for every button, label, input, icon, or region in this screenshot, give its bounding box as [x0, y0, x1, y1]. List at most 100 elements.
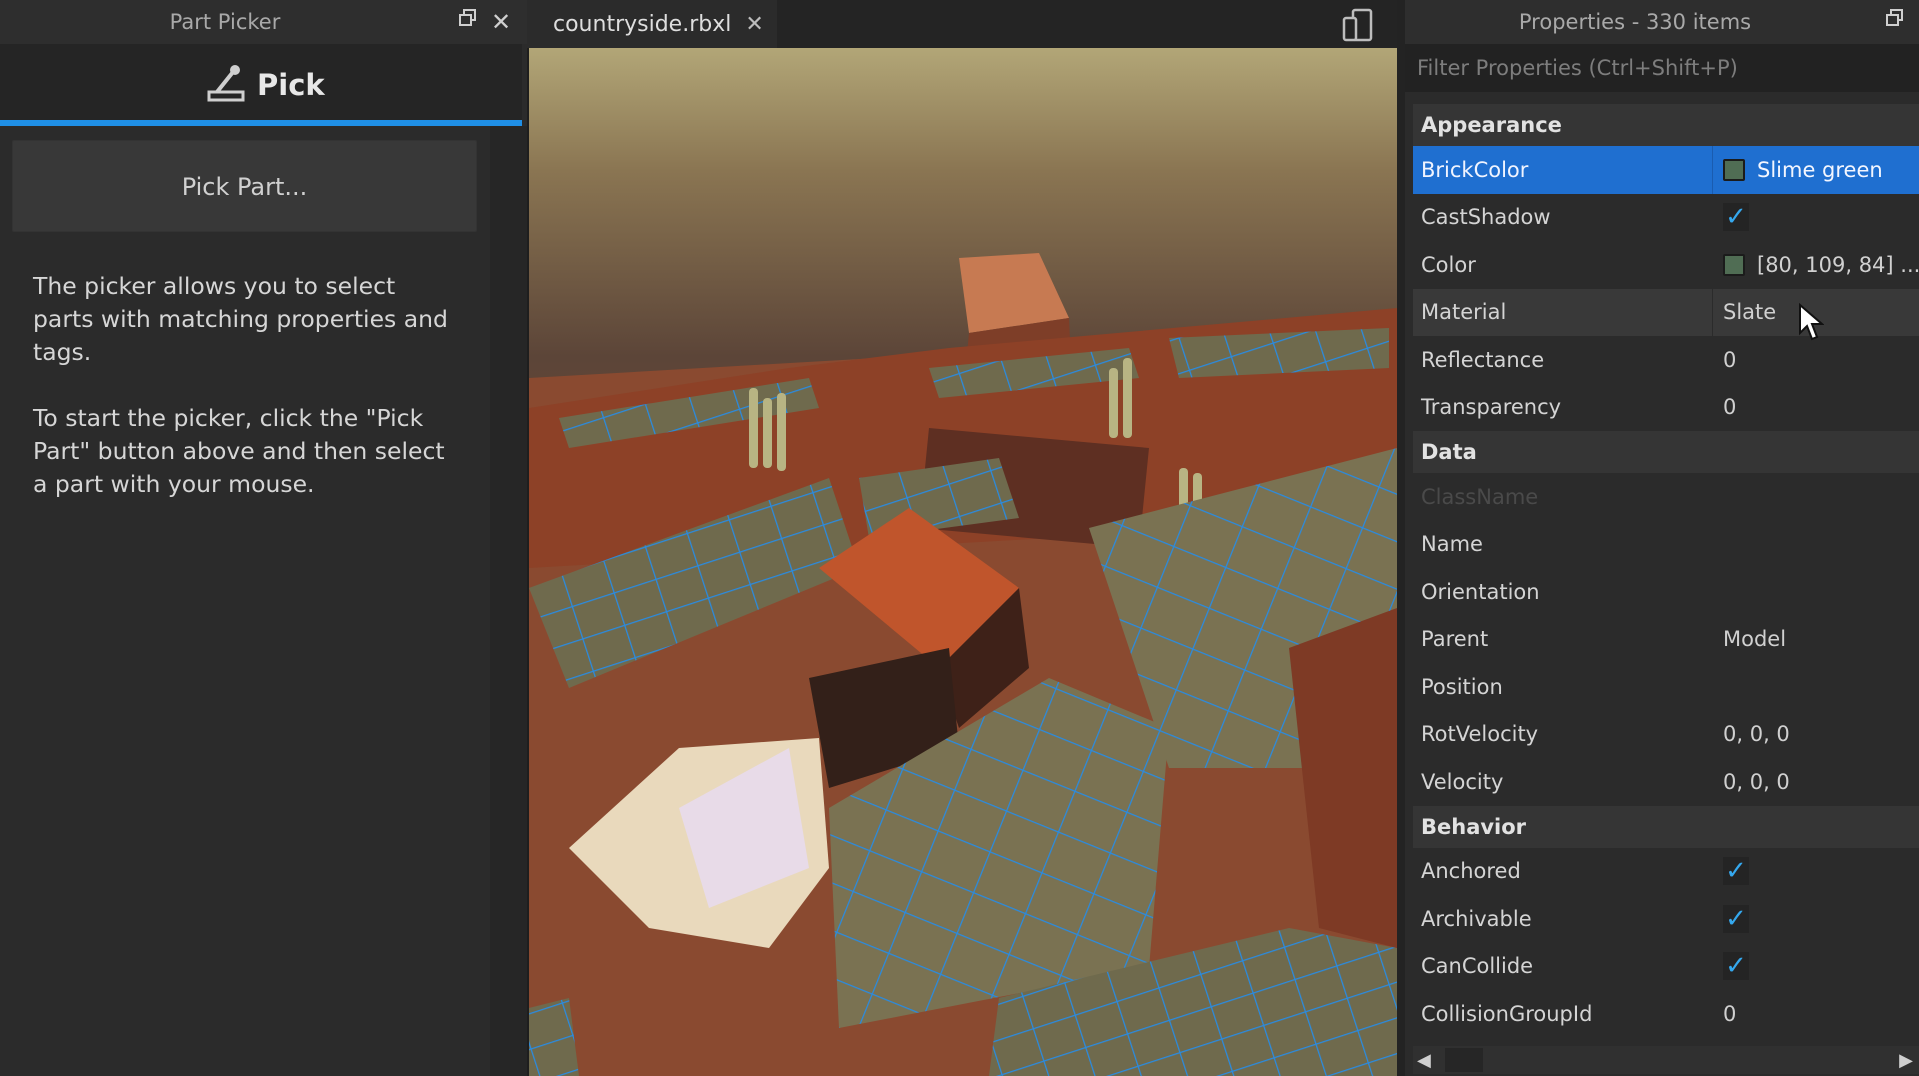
- property-name: Archivable: [1413, 895, 1713, 943]
- property-value-text: 0: [1723, 395, 1737, 420]
- help-text: The picker allows you to select parts wi…: [33, 272, 448, 366]
- property-row-cancollide[interactable]: CanCollide ✓: [1413, 942, 1919, 991]
- property-row-reflectance[interactable]: Reflectance 0: [1413, 336, 1919, 384]
- property-row-name[interactable]: Name: [1413, 520, 1919, 569]
- property-value[interactable]: Model: [1713, 616, 1919, 664]
- panel-title: Part Picker: [169, 10, 281, 34]
- property-row-classname[interactable]: ClassName: [1413, 473, 1919, 521]
- property-name: Transparency: [1413, 383, 1713, 431]
- horizontal-scrollbar[interactable]: ◀ ▶: [1413, 1046, 1919, 1074]
- property-value-text: Model: [1723, 627, 1787, 652]
- property-name: Velocity: [1413, 758, 1713, 806]
- scrollbar-thumb[interactable]: [1445, 1048, 1483, 1072]
- property-name: RotVelocity: [1413, 710, 1713, 758]
- property-name: Material: [1413, 288, 1713, 336]
- active-tab-indicator: [0, 120, 522, 126]
- properties-titlebar[interactable]: Properties - 330 items: [1405, 0, 1919, 44]
- color-swatch[interactable]: [1723, 253, 1745, 276]
- property-value[interactable]: 0: [1713, 336, 1919, 384]
- property-row-archivable[interactable]: Archivable ✓: [1413, 895, 1919, 943]
- property-name: Color: [1413, 241, 1713, 289]
- property-name: Orientation: [1413, 568, 1713, 616]
- property-row-color[interactable]: Color [80, 109, 84] ...: [1413, 241, 1919, 289]
- scrollbar-track[interactable]: [490, 126, 527, 1076]
- property-value[interactable]: [80, 109, 84] ...: [1713, 241, 1919, 289]
- category-appearance[interactable]: Appearance: [1413, 104, 1919, 146]
- property-name: Reflectance: [1413, 336, 1713, 384]
- checkbox-checked-icon[interactable]: ✓: [1723, 857, 1749, 886]
- checkbox-checked-icon[interactable]: ✓: [1723, 952, 1749, 981]
- category-data[interactable]: Data: [1413, 431, 1919, 473]
- close-icon[interactable]: ✕: [487, 8, 515, 36]
- checkbox-checked-icon[interactable]: ✓: [1723, 904, 1749, 933]
- property-value[interactable]: 0: [1713, 990, 1919, 1038]
- help-text: To start the picker, click the "Pick Par…: [33, 404, 445, 498]
- property-value[interactable]: 0, 0, 0: [1713, 758, 1919, 806]
- property-value-text: Slate: [1723, 300, 1777, 325]
- property-row-position[interactable]: Position: [1413, 663, 1919, 711]
- property-row-collisiongroupid[interactable]: CollisionGroupId 0: [1413, 990, 1919, 1038]
- float-window-icon[interactable]: [454, 8, 482, 36]
- pick-part-button[interactable]: Pick Part...: [12, 140, 477, 232]
- property-value[interactable]: [1713, 473, 1919, 521]
- scroll-left-icon[interactable]: ◀: [1417, 1050, 1431, 1071]
- property-value[interactable]: [1713, 568, 1919, 616]
- tab-countryside[interactable]: countryside.rbxl ✕: [527, 0, 777, 48]
- part-picker-panel: Part Picker ✕ Pick Pick Part... The pick…: [0, 0, 527, 1076]
- property-value-text: 0: [1723, 347, 1737, 372]
- scene-render: [529, 48, 1397, 1076]
- property-value[interactable]: [1713, 521, 1919, 569]
- property-value[interactable]: ✓: [1713, 194, 1919, 242]
- property-name: CollisionGroupId: [1413, 990, 1713, 1038]
- property-name: Parent: [1413, 615, 1713, 663]
- property-name: CastShadow: [1413, 193, 1713, 241]
- category-behavior[interactable]: Behavior: [1413, 805, 1919, 848]
- editor-area: countryside.rbxl ✕: [527, 0, 1397, 1076]
- property-row-transparency[interactable]: Transparency 0: [1413, 383, 1919, 432]
- properties-panel: Properties - 330 items AppearanceBrickCo…: [1397, 0, 1919, 1076]
- 3d-viewport[interactable]: [529, 48, 1397, 1076]
- device-emulator-icon[interactable]: [1341, 8, 1375, 42]
- property-name: ClassName: [1413, 473, 1713, 521]
- tab-label: countryside.rbxl: [553, 11, 732, 37]
- property-name: Anchored: [1413, 847, 1713, 895]
- property-value[interactable]: ✓: [1713, 943, 1919, 991]
- color-swatch[interactable]: [1723, 158, 1745, 181]
- property-value-text: 0: [1723, 1001, 1737, 1026]
- property-name: Name: [1413, 520, 1713, 568]
- property-value-text: [80, 109, 84] ...: [1757, 252, 1919, 277]
- property-row-anchored[interactable]: Anchored ✓: [1413, 847, 1919, 896]
- checkbox-checked-icon[interactable]: ✓: [1723, 203, 1749, 232]
- property-value[interactable]: Slate: [1713, 289, 1919, 337]
- property-name: Position: [1413, 663, 1713, 711]
- property-value[interactable]: [1713, 663, 1919, 711]
- tab-label: Pick: [257, 68, 325, 102]
- close-icon[interactable]: ✕: [745, 12, 763, 37]
- property-value[interactable]: ✓: [1713, 848, 1919, 896]
- property-row-parent[interactable]: Parent Model: [1413, 615, 1919, 664]
- property-name: CanCollide: [1413, 942, 1713, 990]
- property-value-text: 0, 0, 0: [1723, 769, 1790, 794]
- property-name: BrickColor: [1413, 146, 1713, 194]
- document-tabbar: countryside.rbxl ✕: [527, 0, 1397, 48]
- float-window-icon[interactable]: [1881, 8, 1909, 36]
- property-value-text: Slime green: [1757, 157, 1883, 182]
- panel-title: Properties - 330 items: [1518, 10, 1752, 34]
- property-row-brickcolor[interactable]: BrickColor Slime green: [1413, 146, 1919, 194]
- property-value[interactable]: Slime green: [1713, 146, 1919, 194]
- scroll-right-icon[interactable]: ▶: [1899, 1050, 1913, 1071]
- property-value-text: 0, 0, 0: [1723, 722, 1790, 747]
- property-row-rotvelocity[interactable]: RotVelocity 0, 0, 0: [1413, 710, 1919, 759]
- eyedropper-icon: [205, 62, 247, 108]
- property-row-orientation[interactable]: Orientation: [1413, 568, 1919, 616]
- property-value[interactable]: ✓: [1713, 895, 1919, 943]
- filter-properties-input[interactable]: [1405, 44, 1919, 92]
- part-picker-titlebar[interactable]: Part Picker ✕: [0, 0, 527, 44]
- properties-list: Appearance BrickColor Slime green CastShado…: [1413, 104, 1919, 1038]
- property-row-material[interactable]: Material Slate: [1413, 288, 1919, 337]
- property-value[interactable]: 0, 0, 0: [1713, 711, 1919, 759]
- property-value[interactable]: 0: [1713, 384, 1919, 432]
- tab-pick[interactable]: Pick: [0, 44, 522, 124]
- property-row-castshadow[interactable]: CastShadow ✓: [1413, 193, 1919, 242]
- property-row-velocity[interactable]: Velocity 0, 0, 0: [1413, 758, 1919, 806]
